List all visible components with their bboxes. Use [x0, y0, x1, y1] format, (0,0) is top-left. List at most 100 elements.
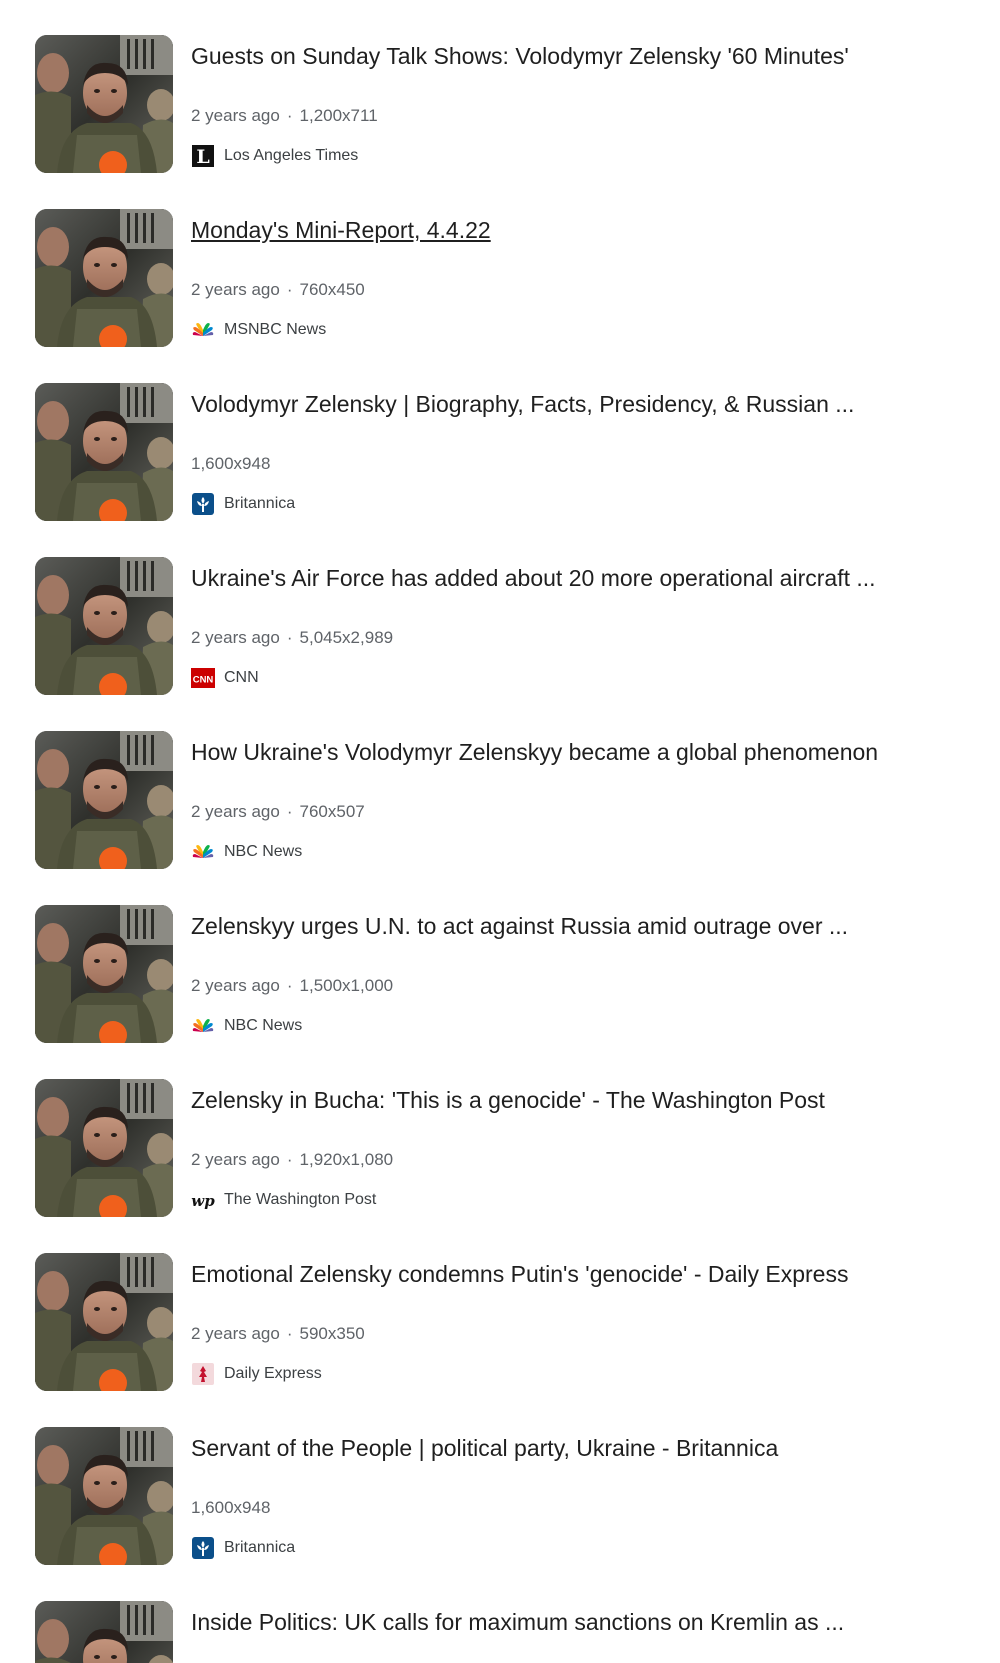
result-item[interactable]: Monday's Mini-Report, 4.4.22 2 years ago… [0, 174, 1000, 347]
result-dimensions: 1,200x711 [299, 106, 378, 125]
source-name: Daily Express [224, 1365, 322, 1382]
result-item[interactable]: Guests on Sunday Talk Shows: Volodymyr Z… [0, 0, 1000, 173]
cnn-icon: CNN [191, 666, 215, 690]
source-name: MSNBC News [224, 321, 327, 338]
result-item[interactable]: Zelenskyy urges U.N. to act against Russ… [0, 870, 1000, 1043]
result-meta: 2 years ago · 5,045x2,989 [191, 626, 393, 650]
result-meta: 1,600x948 [191, 452, 270, 476]
result-item[interactable]: Inside Politics: UK calls for maximum sa… [0, 1566, 1000, 1663]
result-source[interactable]: wp The Washington Post [191, 1187, 376, 1213]
result-age: 2 years ago [191, 280, 280, 299]
result-thumbnail[interactable] [35, 209, 173, 347]
result-title-link[interactable]: Guests on Sunday Talk Shows: Volodymyr Z… [191, 41, 849, 71]
result-thumbnail[interactable] [35, 35, 173, 173]
meta-separator: · [286, 1150, 293, 1169]
result-thumbnail[interactable] [35, 905, 173, 1043]
result-title-link[interactable]: Servant of the People | political party,… [191, 1433, 778, 1463]
result-title-link[interactable]: Inside Politics: UK calls for maximum sa… [191, 1607, 844, 1637]
result-thumbnail[interactable] [35, 557, 173, 695]
thumbnail-image [35, 1601, 173, 1663]
source-name: NBC News [224, 843, 303, 860]
result-title-link[interactable]: Zelenskyy urges U.N. to act against Russ… [191, 911, 848, 941]
source-name: The Washington Post [224, 1191, 377, 1208]
result-meta: 2 years ago · 1,200x711 [191, 104, 378, 128]
result-thumbnail[interactable] [35, 731, 173, 869]
result-dimensions: 1,920x1,080 [299, 1150, 394, 1169]
thumbnail-image [35, 1427, 173, 1565]
washington-post-icon: wp [191, 1188, 215, 1212]
result-title-link[interactable]: Zelensky in Bucha: 'This is a genocide' … [191, 1085, 825, 1115]
meta-separator: · [286, 628, 293, 647]
result-dimensions: 590x350 [299, 1324, 365, 1343]
result-source[interactable]: Britannica [191, 491, 295, 517]
result-age: 2 years ago [191, 976, 280, 995]
result-meta: 2 years ago · 760x507 [191, 800, 365, 824]
result-age: 2 years ago [191, 106, 280, 125]
result-age: 2 years ago [191, 1324, 280, 1343]
thumbnail-image [35, 1253, 173, 1391]
result-dimensions: 760x507 [299, 802, 365, 821]
result-source[interactable]: CNN CNN [191, 665, 259, 691]
result-source[interactable]: Britannica [191, 1535, 295, 1561]
result-age: 2 years ago [191, 628, 280, 647]
result-title-link[interactable]: Ukraine's Air Force has added about 20 m… [191, 563, 876, 593]
result-item[interactable]: Zelensky in Bucha: 'This is a genocide' … [0, 1044, 1000, 1217]
result-age: 2 years ago [191, 802, 280, 821]
source-name: Britannica [224, 1539, 296, 1556]
result-item[interactable]: Volodymyr Zelensky | Biography, Facts, P… [0, 348, 1000, 521]
result-meta: 2 years ago · 1,920x1,080 [191, 1148, 393, 1172]
msnbc-peacock-icon [191, 318, 215, 342]
britannica-icon [191, 492, 215, 516]
result-title-link[interactable]: Volodymyr Zelensky | Biography, Facts, P… [191, 389, 854, 419]
result-thumbnail[interactable] [35, 383, 173, 521]
result-title-link[interactable]: Emotional Zelensky condemns Putin's 'gen… [191, 1259, 848, 1289]
result-age: 2 years ago [191, 1150, 280, 1169]
source-name: NBC News [224, 1017, 303, 1034]
result-dimensions: 1,500x1,000 [299, 976, 394, 995]
result-dimensions: 5,045x2,989 [299, 628, 394, 647]
thumbnail-image [35, 905, 173, 1043]
thumbnail-image [35, 383, 173, 521]
thumbnail-image [35, 1079, 173, 1217]
result-item[interactable]: Emotional Zelensky condemns Putin's 'gen… [0, 1218, 1000, 1391]
nbc-peacock-icon [191, 1014, 215, 1038]
result-meta: 2 years ago · 1,500x1,000 [191, 974, 393, 998]
meta-separator: · [286, 802, 293, 821]
daily-express-icon [191, 1362, 215, 1386]
svg-text:wp: wp [191, 1192, 215, 1210]
thumbnail-image [35, 35, 173, 173]
svg-text:CNN: CNN [193, 675, 214, 686]
result-source[interactable]: L Los Angeles Times [191, 143, 358, 169]
result-source[interactable]: NBC News [191, 1013, 302, 1039]
result-title-link[interactable]: How Ukraine's Volodymyr Zelenskyy became… [191, 737, 878, 767]
result-source[interactable]: MSNBC News [191, 317, 326, 343]
result-title-link[interactable]: Monday's Mini-Report, 4.4.22 [191, 215, 491, 245]
britannica-icon [191, 1536, 215, 1560]
source-name: CNN [224, 669, 259, 686]
thumbnail-image [35, 209, 173, 347]
result-thumbnail[interactable] [35, 1079, 173, 1217]
svg-text:L: L [196, 146, 209, 168]
result-source[interactable]: Daily Express [191, 1361, 322, 1387]
result-meta: 2 years ago · 760x450 [191, 278, 365, 302]
result-item[interactable]: Ukraine's Air Force has added about 20 m… [0, 522, 1000, 695]
result-dimensions: 1,600x948 [191, 454, 271, 473]
result-item[interactable]: Servant of the People | political party,… [0, 1392, 1000, 1565]
meta-separator: · [286, 976, 293, 995]
result-source[interactable]: NBC News [191, 839, 302, 865]
image-results-list: Guests on Sunday Talk Shows: Volodymyr Z… [0, 0, 1000, 1663]
meta-separator: · [286, 106, 293, 125]
la-times-icon: L [191, 144, 215, 168]
result-thumbnail[interactable] [35, 1601, 173, 1663]
result-item[interactable]: How Ukraine's Volodymyr Zelenskyy became… [0, 696, 1000, 869]
result-meta: 2 years ago · 590x350 [191, 1322, 365, 1346]
result-dimensions: 1,600x948 [191, 1498, 271, 1517]
result-thumbnail[interactable] [35, 1253, 173, 1391]
result-thumbnail[interactable] [35, 1427, 173, 1565]
meta-separator: · [286, 1324, 293, 1343]
source-name: Los Angeles Times [224, 147, 359, 164]
nbc-peacock-icon [191, 840, 215, 864]
source-name: Britannica [224, 495, 296, 512]
thumbnail-image [35, 557, 173, 695]
thumbnail-image [35, 731, 173, 869]
